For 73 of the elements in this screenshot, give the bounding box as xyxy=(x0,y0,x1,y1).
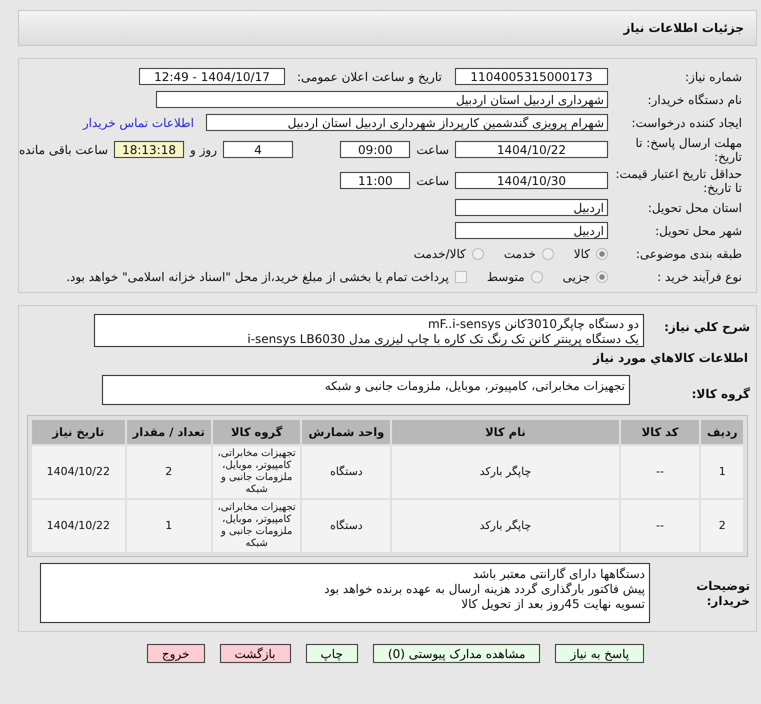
section-title: اطلاعات كالاهاي مورد نياز xyxy=(592,350,749,367)
column-header: تعداد / مقدار xyxy=(126,420,211,444)
column-header: گروه کالا xyxy=(212,420,300,444)
table-cell: چاپگر بارکد xyxy=(392,500,619,552)
goods-group-textarea[interactable]: تجهیزات مخابراتی، کامپیوتر، موبایل، ملزومات جانبی و شبکه xyxy=(102,375,630,405)
field-label: نوع فرآیند خرید : xyxy=(656,270,743,284)
page-title: جزئیات اطلاعات نیاز xyxy=(623,21,744,35)
radio-button[interactable] xyxy=(472,248,484,260)
deadline-time-field: 09:00 xyxy=(340,141,410,158)
column-header: نام کالا xyxy=(392,420,619,444)
field-label: توضیحات خریدار: xyxy=(695,578,751,609)
field-label: شماره نیاز: xyxy=(684,70,743,84)
radio-button[interactable] xyxy=(530,270,543,282)
table-cell: 1404/10/22 xyxy=(32,446,125,498)
city-field: اردبیل xyxy=(455,222,608,239)
table-cell: دستگاه xyxy=(302,500,390,552)
table-cell: -- xyxy=(620,500,700,552)
remaining-time-field: 18:13:18 xyxy=(114,141,184,158)
radio-button[interactable] xyxy=(596,270,608,282)
radio-button[interactable] xyxy=(542,248,554,260)
field-label: نام دستگاه خریدار: xyxy=(646,92,743,106)
need-number-field: 1104005315000173 xyxy=(455,68,608,85)
buyer-notes-textarea[interactable]: دستگاهها دارای گارانتی معتبر باشد پیش فاکتور بارگذاری گردد هزینه ارسال به عهده برنده خواهد بود تسویه نهایت 45روز بعد از تحویل کالا xyxy=(40,563,650,623)
action-button[interactable]: پاسخ به نیاز xyxy=(555,644,644,663)
time-label: ساعت xyxy=(416,142,449,156)
table-cell: 1 xyxy=(126,500,211,552)
column-header: کد کالا xyxy=(620,420,700,444)
field-label: حداقل تاریخ اعتبار قیمت: تا تاریخ: xyxy=(614,166,743,194)
action-button[interactable]: مشاهده مدارک پیوستی (0) xyxy=(372,644,540,663)
table-cell: چاپگر بارکد xyxy=(392,446,619,498)
table-cell: 2 xyxy=(701,500,743,552)
checkbox-label: پرداخت تمام یا بخشی از مبلغ خرید،از محل "اسناد خزانه اسلامی" خواهد بود. xyxy=(66,270,449,284)
buyer-contact-link[interactable]: اطلاعات تماس خریدار xyxy=(82,116,194,130)
checkbox[interactable] xyxy=(454,270,467,282)
column-header: ردیف xyxy=(701,420,743,444)
field-label: مهلت ارسال پاسخ: تا تاریخ: xyxy=(634,136,743,164)
field-label: ایجاد کننده درخواست: xyxy=(630,116,743,130)
radio-label: متوسط xyxy=(486,270,525,284)
table-cell: تجهیزات مخابراتی، کامپیوتر، موبایل، ملزومات جانبی و شبکه xyxy=(212,446,300,498)
column-header: واحد شمارش xyxy=(302,420,390,444)
radio-label: جزیی xyxy=(562,270,590,284)
table-cell: -- xyxy=(620,446,700,498)
table-cell: تجهیزات مخابراتی، کامپیوتر، موبایل، ملزومات جانبی و شبکه xyxy=(212,500,300,552)
radio-label: خدمت xyxy=(504,246,536,260)
radio-button[interactable] xyxy=(596,248,608,260)
validity-time-field: 11:00 xyxy=(340,172,410,189)
time-label: ساعت xyxy=(416,174,449,188)
table-cell: 1404/10/22 xyxy=(32,500,125,552)
table-cell: 1 xyxy=(701,446,743,498)
action-button[interactable]: خروج xyxy=(146,644,204,663)
table-cell: دستگاه xyxy=(302,446,390,498)
field-label: تاریخ و ساعت اعلان عمومی: xyxy=(297,70,443,84)
days-field: 4 xyxy=(223,141,294,158)
column-header: تاریخ نیاز xyxy=(32,420,125,444)
validity-date-field: 1404/10/30 xyxy=(455,172,608,189)
radio-label: کالا/خدمت xyxy=(414,246,466,260)
radio-label: کالا xyxy=(574,246,590,260)
table-cell: 2 xyxy=(126,446,211,498)
buyer-org-field: شهرداری اردبیل استان اردبیل xyxy=(156,91,608,108)
days-label: روز و xyxy=(190,142,218,156)
field-label: شرح كلي نياز: xyxy=(663,319,751,334)
remaining-label: ساعت باقی مانده xyxy=(19,142,108,156)
field-label: طبقه بندی موضوعی: xyxy=(634,246,743,260)
description-textarea[interactable]: دو دستگاه چاپگر3010کانن mF..i-sensys یک دستگاه پرینتر کانن تک رنگ تک کاره با چاپ لیزری مدل i-sensys LB6030 xyxy=(94,314,644,347)
field-label: استان محل تحویل: xyxy=(646,200,743,214)
action-button[interactable]: بازگشت xyxy=(220,644,290,663)
deadline-date-field: 1404/10/22 xyxy=(455,141,608,158)
field-label: شهر محل تحویل: xyxy=(654,224,743,238)
announce-date-field: 1404/10/17 - 12:49 xyxy=(139,68,285,85)
action-button[interactable]: چاپ xyxy=(306,644,358,663)
field-label: گروه کالا: xyxy=(690,386,751,401)
requester-field: شهرام پرویزی گندشمین کارپرداز شهرداری اردبیل استان اردبیل xyxy=(206,114,608,131)
province-field: اردبیل xyxy=(455,199,608,216)
